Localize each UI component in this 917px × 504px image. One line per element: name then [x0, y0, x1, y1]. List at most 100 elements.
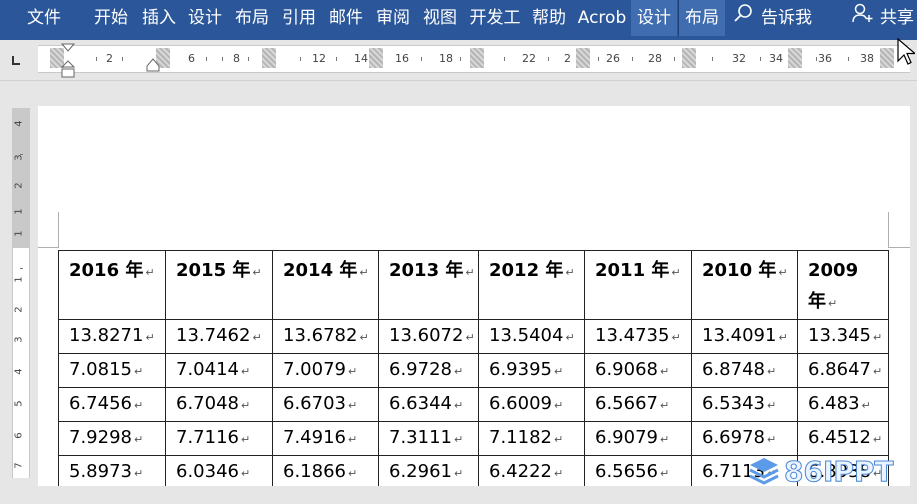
table-cell[interactable]: 6.8748 ↵	[691, 353, 798, 388]
table-header-cell[interactable]: 2014 年 ↵	[272, 250, 379, 320]
tab-design[interactable]: 设计	[182, 0, 228, 36]
share-person-icon	[852, 0, 874, 36]
ruler-number: 38	[860, 52, 874, 65]
ruler-number: 8	[233, 52, 240, 65]
ribbon-bar: 文件 开始 插入 设计 布局 引用 邮件 审阅 视图 开发工 帮助 Acrob …	[0, 0, 917, 40]
ruler-number: 18	[439, 52, 453, 65]
tab-insert[interactable]: 插入	[136, 0, 182, 36]
column-marker[interactable]	[880, 48, 894, 68]
table-cell[interactable]: 6.6703 ↵	[272, 387, 379, 422]
ruler-number: 26	[606, 52, 620, 65]
table-cell[interactable]: 13.6782 ↵	[272, 319, 379, 354]
ruler-number: 1	[13, 276, 25, 283]
ruler-number: 28	[648, 52, 662, 65]
vertical-ruler[interactable]: 4 3 2 1 1 1 2 3 4 5 6 7	[12, 108, 30, 478]
share-button[interactable]: 共享	[852, 0, 914, 36]
tab-layout[interactable]: 布局	[229, 0, 275, 36]
column-marker[interactable]	[369, 48, 383, 68]
table-cell[interactable]: 6.9728 ↵	[378, 353, 479, 388]
table-cell[interactable]: 13.6072 ↵	[378, 319, 479, 354]
table-cell[interactable]: 13.7462 ↵	[165, 319, 273, 354]
tab-selector-icon[interactable]	[8, 52, 24, 68]
table-header-cell[interactable]: 2011 年 ↵	[584, 250, 692, 320]
table-cell[interactable]: 6.6344 ↵	[378, 387, 479, 422]
tab-references[interactable]: 引用	[276, 0, 322, 36]
table-cell[interactable]: 7.0079 ↵	[272, 353, 379, 388]
table-cell[interactable]: 6.5343 ↵	[691, 387, 798, 422]
right-indent-icon[interactable]	[146, 58, 160, 72]
table-cell[interactable]: 5.8973 ↵	[58, 455, 166, 490]
table-cell[interactable]: 6.0346 ↵	[165, 455, 273, 490]
table-cell[interactable]: 7.4916 ↵	[272, 421, 379, 456]
table-cell[interactable]: 6.483 ↵	[796, 387, 890, 422]
column-marker[interactable]	[576, 48, 590, 68]
table-cell[interactable]: 7.9298 ↵	[58, 421, 166, 456]
ruler-number: 22	[522, 52, 536, 65]
table-row: 6.7456 ↵ 6.7048 ↵ 6.6703 ↵ 6.6344 ↵ 6.6009 ↵ …	[58, 387, 890, 422]
table-cell[interactable]: 6.9079 ↵	[584, 421, 692, 456]
margin-corner-mark	[58, 212, 59, 248]
ruler-number: 5	[13, 400, 25, 407]
bottom-scroll-area	[0, 486, 917, 504]
table-cell[interactable]: 7.0815 ↵	[58, 353, 166, 388]
table-cell[interactable]: 13.5404 ↵	[478, 319, 585, 354]
tab-developer[interactable]: 开发工	[464, 0, 526, 36]
table-header-row: 2016 年 ↵ 2015 年 ↵ 2014 年 ↵ 2013 年 ↵ 2012 年 ↵ …	[58, 250, 890, 320]
table-cell[interactable]: 6.2961 ↵	[378, 455, 479, 490]
table-cell[interactable]: 13.345 ↵	[796, 319, 890, 354]
table-cell[interactable]: 6.8647 ↵	[796, 353, 890, 388]
table-cell[interactable]: 6.4222 ↵	[478, 455, 585, 490]
tab-table-layout[interactable]: 布局	[678, 0, 725, 36]
table-cell[interactable]: 7.1182 ↵	[478, 421, 585, 456]
table-cell[interactable]: 6.6978 ↵	[691, 421, 798, 456]
table-header-cell[interactable]: 2010 年 ↵	[691, 250, 798, 320]
ruler-number: 4	[13, 120, 25, 127]
table-cell[interactable]: 6.5656 ↵	[584, 455, 692, 490]
table-row: 7.9298 ↵ 7.7116 ↵ 7.4916 ↵ 7.3111 ↵ 7.1182 ↵ …	[58, 421, 890, 456]
table-cell[interactable]: 6.6009 ↵	[478, 387, 585, 422]
tab-acrobat[interactable]: Acrob	[573, 0, 631, 36]
tab-mailings[interactable]: 邮件	[323, 0, 369, 36]
column-marker[interactable]	[788, 48, 802, 68]
tab-home[interactable]: 开始	[88, 0, 134, 36]
table-header-cell[interactable]: 2016 年 ↵	[58, 250, 166, 320]
table-cell[interactable]: 7.7116 ↵	[165, 421, 273, 456]
table-cell[interactable]: 6.1866 ↵	[272, 455, 379, 490]
table-cell[interactable]: 6.7456 ↵	[58, 387, 166, 422]
table-cell[interactable]: 13.8271 ↵	[58, 319, 166, 354]
tab-review[interactable]: 审阅	[370, 0, 416, 36]
ruler-number: 16	[395, 52, 409, 65]
table-header-cell[interactable]: 2015 年 ↵	[165, 250, 273, 320]
column-marker[interactable]	[470, 48, 484, 68]
ruler-number: 36	[818, 52, 832, 65]
horizontal-ruler[interactable]: 2 6 8 12 14 16 18 22 2 26 28 32 34 36 38	[38, 45, 910, 73]
table-cell[interactable]: 6.7048 ↵	[165, 387, 273, 422]
ruler-number: 14	[354, 52, 368, 65]
margin-corner-mark	[888, 212, 889, 248]
watermark-text: 86IPPT	[784, 454, 895, 488]
search-icon	[733, 0, 753, 36]
tell-me-box[interactable]: 告诉我	[733, 0, 812, 36]
table-row: 13.8271 ↵ 13.7462 ↵ 13.6782 ↵ 13.6072 ↵ 13.5…	[58, 319, 890, 354]
tab-table-design[interactable]: 设计	[631, 0, 677, 36]
table-cell[interactable]: 6.9068 ↵	[584, 353, 692, 388]
table-cell[interactable]: 13.4735 ↵	[584, 319, 692, 354]
table-cell[interactable]: 13.4091 ↵	[691, 319, 798, 354]
column-marker[interactable]	[682, 48, 696, 68]
table-header-cell[interactable]: 2012 年 ↵	[478, 250, 585, 320]
table-header-cell[interactable]: 2013 年 ↵	[378, 250, 479, 320]
table-cell[interactable]: 6.9395 ↵	[478, 353, 585, 388]
table-cell[interactable]: 7.0414 ↵	[165, 353, 273, 388]
table-header-cell[interactable]: 2009 年 ↵	[796, 250, 890, 320]
tab-help[interactable]: 帮助	[526, 0, 572, 36]
table-cell[interactable]: 7.3111 ↵	[378, 421, 479, 456]
ruler-number: 2	[13, 182, 25, 189]
ruler-number: 34	[769, 52, 783, 65]
first-line-indent-icon[interactable]	[60, 42, 76, 80]
table-cell[interactable]: 6.5667 ↵	[584, 387, 692, 422]
tab-file[interactable]: 文件	[16, 0, 72, 36]
table-cell[interactable]: 6.4512 ↵	[796, 421, 890, 456]
column-marker[interactable]	[262, 48, 276, 68]
layers-logo-icon	[749, 458, 779, 485]
tab-view[interactable]: 视图	[417, 0, 463, 36]
